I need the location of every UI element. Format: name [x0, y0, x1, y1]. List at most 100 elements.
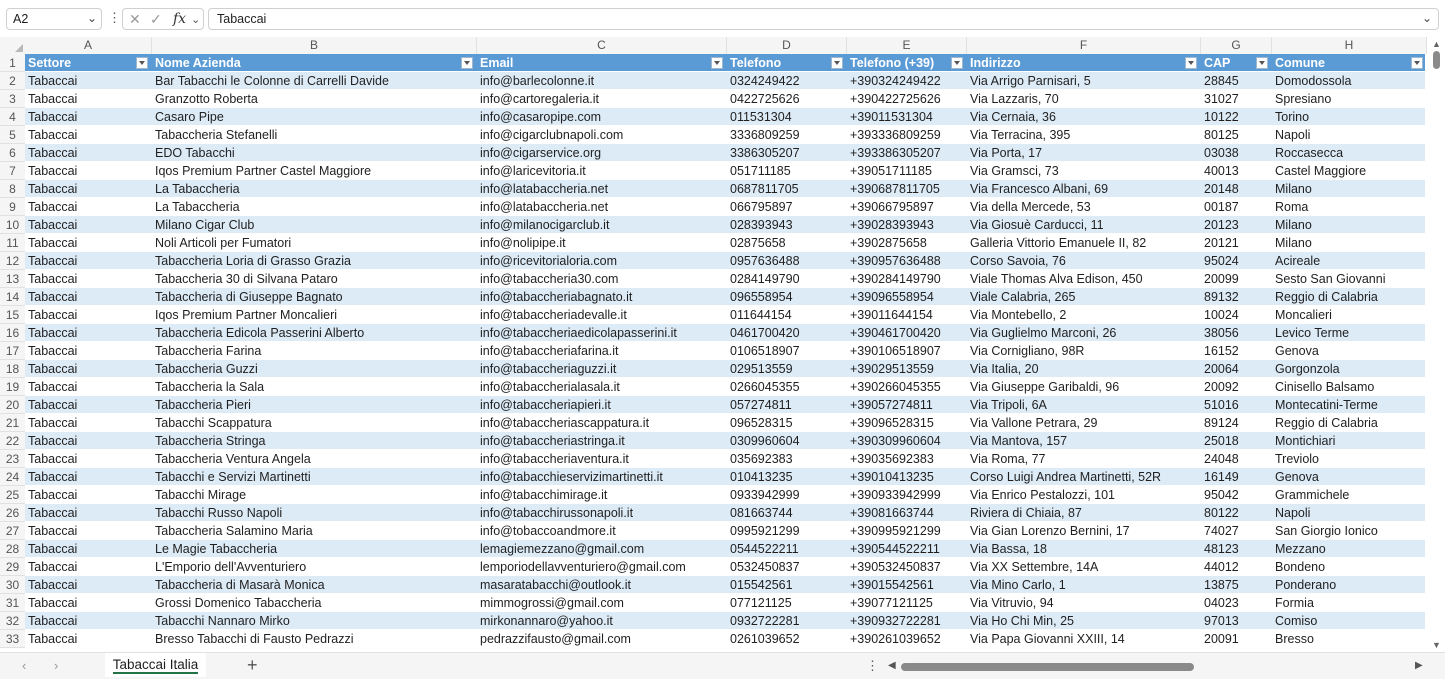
vertical-scrollbar[interactable]: ▲ ▼ [1428, 37, 1445, 652]
table-cell[interactable]: 035692383 [727, 450, 847, 468]
table-cell[interactable]: Bresso [1272, 630, 1427, 648]
row-header[interactable]: 11 [0, 234, 25, 252]
table-cell[interactable]: info@tabaccheriaedicolapasserini.it [477, 324, 727, 342]
table-cell[interactable]: Milano [1272, 234, 1427, 252]
table-cell[interactable]: 0995921299 [727, 522, 847, 540]
table-cell[interactable]: Tabacchi e Servizi Martinetti [152, 468, 477, 486]
table-cell[interactable]: +39011531304 [847, 108, 967, 126]
table-cell[interactable]: 0532450837 [727, 558, 847, 576]
table-cell[interactable]: 0544522211 [727, 540, 847, 558]
column-header-h[interactable]: H [1272, 37, 1427, 54]
table-cell[interactable]: Viale Thomas Alva Edison, 450 [967, 270, 1201, 288]
table-cell[interactable]: 44012 [1201, 558, 1272, 576]
table-cell[interactable]: Riviera di Chiaia, 87 [967, 504, 1201, 522]
more-options-icon[interactable]: ⋮ [866, 658, 879, 674]
table-cell[interactable]: Roma [1272, 198, 1427, 216]
table-cell[interactable]: Via Cornigliano, 98R [967, 342, 1201, 360]
table-cell[interactable]: info@cartoregaleria.it [477, 90, 727, 108]
cancel-icon[interactable]: ✕ [129, 11, 141, 28]
table-cell[interactable]: +390932722281 [847, 612, 967, 630]
table-cell[interactable]: Tabaccai [25, 234, 152, 252]
table-cell[interactable]: Bondeno [1272, 558, 1427, 576]
table-cell[interactable]: +39010413235 [847, 468, 967, 486]
table-cell[interactable]: Tabaccheria Stringa [152, 432, 477, 450]
row-header[interactable]: 15 [0, 306, 25, 324]
table-cell[interactable]: 096528315 [727, 414, 847, 432]
table-cell[interactable]: +390324249422 [847, 72, 967, 90]
header-cell[interactable]: Indirizzo [967, 54, 1201, 72]
column-header-d[interactable]: D [727, 37, 847, 54]
table-cell[interactable]: 24048 [1201, 450, 1272, 468]
table-cell[interactable]: Via Mantova, 157 [967, 432, 1201, 450]
table-cell[interactable]: Via Cernaia, 36 [967, 108, 1201, 126]
table-cell[interactable]: Tabaccheria di Giuseppe Bagnato [152, 288, 477, 306]
row-header[interactable]: 28 [0, 540, 25, 558]
table-cell[interactable]: Via Tripoli, 6A [967, 396, 1201, 414]
table-cell[interactable]: 20091 [1201, 630, 1272, 648]
expand-formula-icon[interactable]: ⌄ [1422, 11, 1432, 25]
table-cell[interactable]: +3902875658 [847, 234, 967, 252]
table-cell[interactable]: info@tabaccherialasala.it [477, 378, 727, 396]
table-cell[interactable]: info@tobaccoandmore.it [477, 522, 727, 540]
table-cell[interactable]: +39011644154 [847, 306, 967, 324]
table-cell[interactable]: masaratabacchi@outlook.it [477, 576, 727, 594]
table-cell[interactable]: Via Vitruvio, 94 [967, 594, 1201, 612]
row-header[interactable]: 5 [0, 126, 25, 144]
table-cell[interactable]: EDO Tabacchi [152, 144, 477, 162]
table-cell[interactable]: 0687811705 [727, 180, 847, 198]
table-cell[interactable]: Tabaccai [25, 288, 152, 306]
insert-function-icon[interactable]: fx [173, 11, 186, 27]
table-cell[interactable]: 89132 [1201, 288, 1272, 306]
table-cell[interactable]: Tabaccheria Stefanelli [152, 126, 477, 144]
table-cell[interactable]: +39081663744 [847, 504, 967, 522]
table-cell[interactable]: 40013 [1201, 162, 1272, 180]
filter-dropdown-icon[interactable] [1185, 57, 1197, 69]
table-cell[interactable]: 0261039652 [727, 630, 847, 648]
table-cell[interactable]: 029513559 [727, 360, 847, 378]
row-header[interactable]: 13 [0, 270, 25, 288]
table-cell[interactable]: Via Enrico Pestalozzi, 101 [967, 486, 1201, 504]
table-cell[interactable]: Tabaccai [25, 468, 152, 486]
row-header[interactable]: 30 [0, 576, 25, 594]
table-cell[interactable]: Milano Cigar Club [152, 216, 477, 234]
table-cell[interactable]: 89124 [1201, 414, 1272, 432]
row-header[interactable]: 19 [0, 378, 25, 396]
table-cell[interactable]: 011644154 [727, 306, 847, 324]
table-cell[interactable]: San Giorgio Ionico [1272, 522, 1427, 540]
table-cell[interactable]: 0422725626 [727, 90, 847, 108]
table-cell[interactable]: info@ricevitorialoria.com [477, 252, 727, 270]
table-cell[interactable]: Grossi Domenico Tabaccheria [152, 594, 477, 612]
row-header[interactable]: 1 [0, 54, 25, 72]
table-cell[interactable]: Tabaccai [25, 126, 152, 144]
table-cell[interactable]: +39057274811 [847, 396, 967, 414]
table-cell[interactable]: Corso Savoia, 76 [967, 252, 1201, 270]
table-cell[interactable]: Via Bassa, 18 [967, 540, 1201, 558]
table-cell[interactable]: +393336809259 [847, 126, 967, 144]
table-cell[interactable]: 081663744 [727, 504, 847, 522]
table-cell[interactable]: +390309960604 [847, 432, 967, 450]
formula-input[interactable]: Tabaccai ⌄ [208, 8, 1439, 30]
table-cell[interactable]: 0932722281 [727, 612, 847, 630]
row-header[interactable]: 26 [0, 504, 25, 522]
table-cell[interactable]: Levico Terme [1272, 324, 1427, 342]
table-cell[interactable]: info@tabaccheriastringa.it [477, 432, 727, 450]
table-cell[interactable]: Tabaccai [25, 558, 152, 576]
table-cell[interactable]: 057274811 [727, 396, 847, 414]
table-cell[interactable]: +390261039652 [847, 630, 967, 648]
table-cell[interactable]: Via Giosuè Carducci, 11 [967, 216, 1201, 234]
table-cell[interactable]: Via della Mercede, 53 [967, 198, 1201, 216]
table-cell[interactable]: Moncalieri [1272, 306, 1427, 324]
next-sheet-icon[interactable]: › [54, 658, 58, 673]
header-cell[interactable]: Comune [1272, 54, 1427, 72]
table-cell[interactable]: Via Lazzaris, 70 [967, 90, 1201, 108]
table-cell[interactable]: Tabaccai [25, 504, 152, 522]
vertical-scroll-thumb[interactable] [1433, 51, 1440, 69]
row-header[interactable]: 29 [0, 558, 25, 576]
table-cell[interactable]: Genova [1272, 468, 1427, 486]
scroll-up-icon[interactable]: ▲ [1432, 39, 1441, 49]
table-cell[interactable]: Bresso Tabacchi di Fausto Pedrazzi [152, 630, 477, 648]
row-header[interactable]: 9 [0, 198, 25, 216]
table-cell[interactable]: info@tabacchirussonapoli.it [477, 504, 727, 522]
table-cell[interactable]: info@tabaccheria30.com [477, 270, 727, 288]
table-cell[interactable]: 0106518907 [727, 342, 847, 360]
